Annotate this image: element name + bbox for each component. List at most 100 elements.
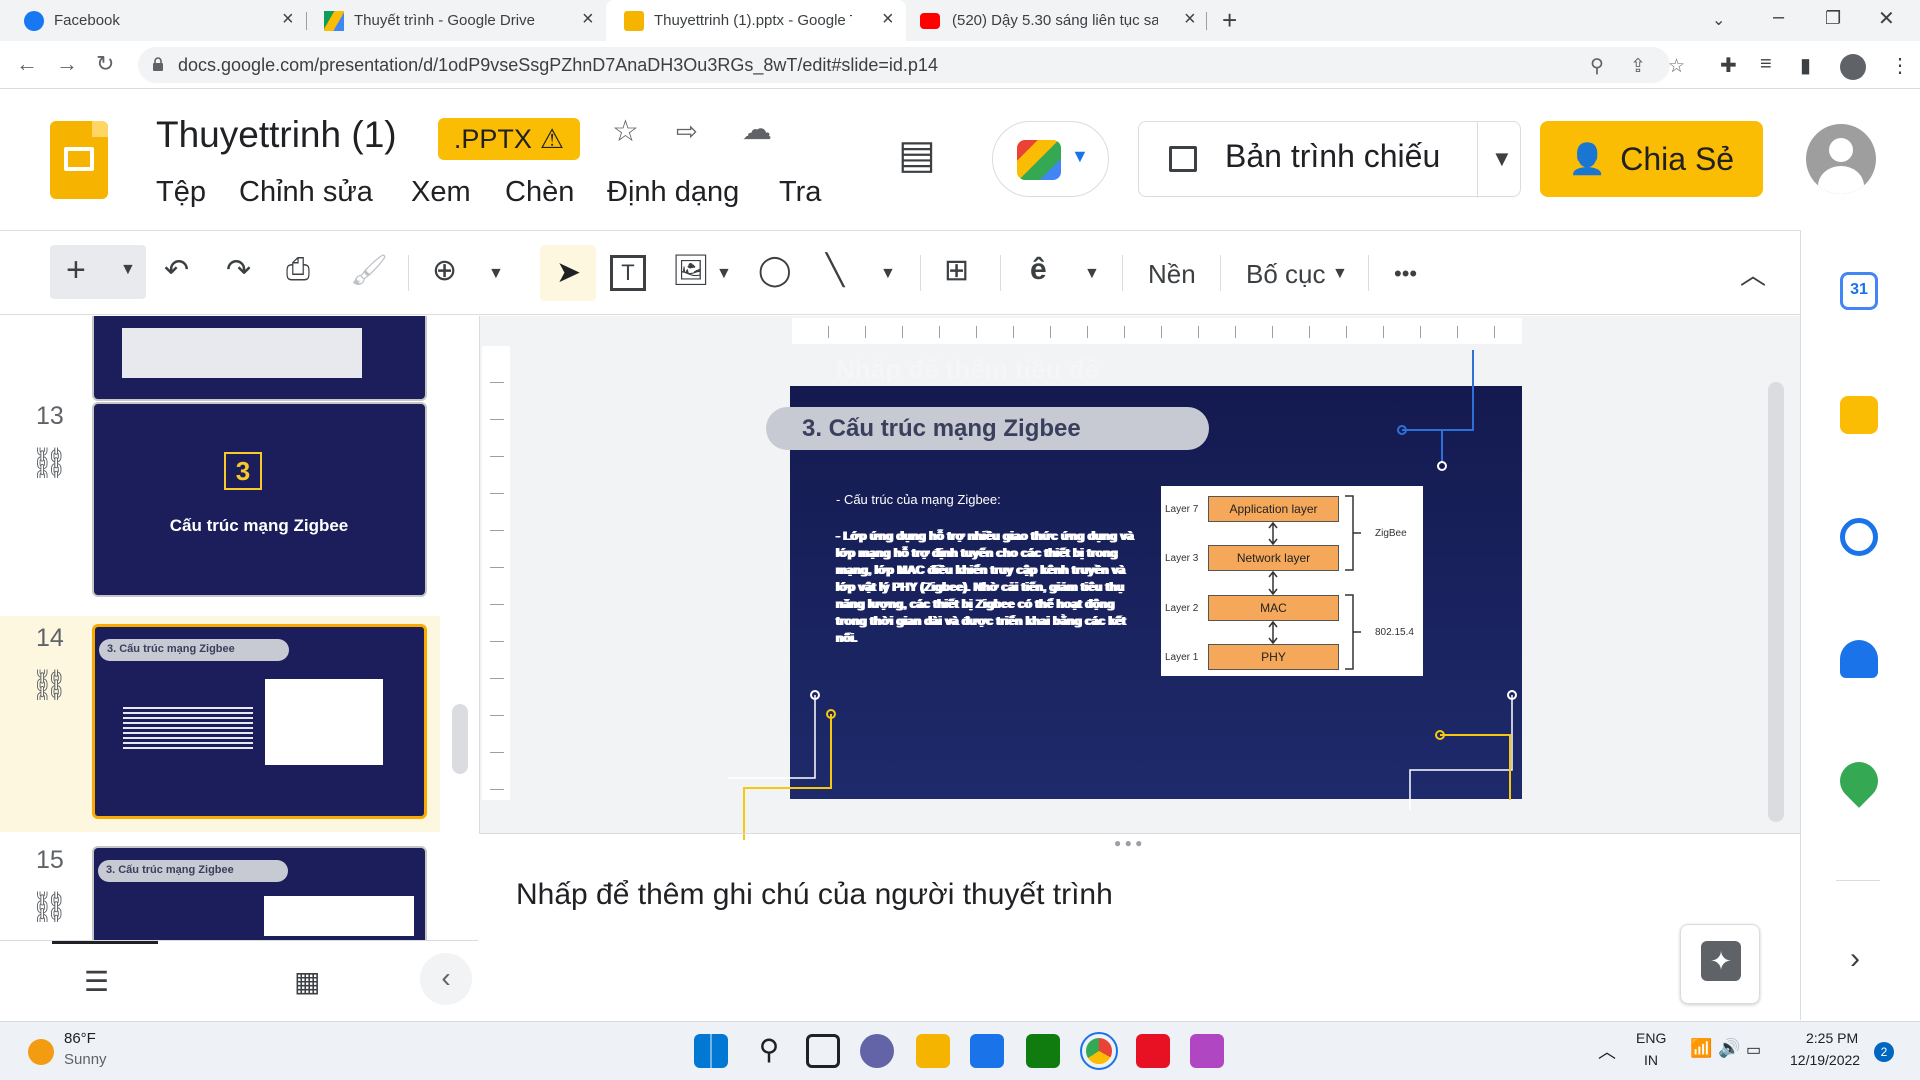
close-window-button[interactable]: ✕ xyxy=(1878,6,1895,31)
profile-icon[interactable] xyxy=(1840,54,1866,80)
chat-icon[interactable] xyxy=(860,1034,894,1068)
collapse-filmstrip-icon[interactable]: ‹ xyxy=(420,953,472,1005)
expand-side-panel-icon[interactable]: › xyxy=(1850,942,1860,976)
grid-view-icon[interactable]: ▦ xyxy=(294,965,320,998)
more-options-button[interactable]: ••• xyxy=(1394,261,1417,287)
pptx-badge[interactable]: .PPTX ⚠ xyxy=(438,118,580,160)
menu-file[interactable]: Tệp xyxy=(156,176,206,209)
tab-facebook[interactable]: Facebook × xyxy=(0,0,306,41)
resize-handle-icon[interactable]: ● ● ● xyxy=(1114,836,1142,850)
wifi-icon[interactable]: 📶 xyxy=(1690,1038,1712,1059)
slide-thumbnail-15[interactable]: 3. Cấu trúc mạng Zigbee xyxy=(92,846,427,940)
meet-button[interactable]: ▼ xyxy=(992,121,1109,197)
input-tools-icon[interactable]: ê xyxy=(1030,253,1047,287)
keep-icon[interactable] xyxy=(1840,396,1878,434)
chevron-down-icon[interactable]: ▼ xyxy=(120,261,136,279)
print-icon[interactable]: ⎙ xyxy=(286,253,310,287)
zoom-icon[interactable]: ⚲ xyxy=(1590,55,1604,78)
file-explorer-icon[interactable] xyxy=(916,1034,950,1068)
share-button[interactable]: 👤 Chia Sẻ xyxy=(1540,121,1763,197)
contacts-icon[interactable] xyxy=(1840,640,1878,678)
select-tool-button[interactable]: ➤ xyxy=(540,245,596,301)
chevron-down-icon[interactable]: ▼ xyxy=(716,265,732,283)
share-page-icon[interactable]: ⇪ xyxy=(1630,55,1646,78)
title-placeholder[interactable]: Nhấp để thêm tiêu đề xyxy=(836,354,1099,385)
filmstrip-scrollbar[interactable] xyxy=(452,704,468,774)
zoom-icon[interactable]: ⊕ xyxy=(432,253,457,288)
new-slide-button[interactable]: + ▼ xyxy=(50,245,146,299)
side-panel-icon[interactable]: ▮ xyxy=(1800,53,1811,78)
slide-thumbnail-12[interactable] xyxy=(92,316,427,401)
close-tab-icon[interactable]: × xyxy=(882,8,894,31)
volume-icon[interactable]: 🔊 xyxy=(1718,1038,1740,1059)
close-tab-icon[interactable]: × xyxy=(282,8,294,31)
add-comment-icon[interactable]: ⊞ xyxy=(944,253,969,288)
minimize-button[interactable]: – xyxy=(1773,6,1784,29)
paint-format-icon[interactable]: 🖌 xyxy=(350,253,388,288)
reload-icon[interactable]: ↻ xyxy=(96,51,114,77)
tab-search-icon[interactable]: ⌄ xyxy=(1712,10,1725,30)
search-icon[interactable]: ⚲ xyxy=(752,1034,786,1068)
slide-body-text[interactable]: - Lớp ứng dụng hỗ trợ nhiều giao thức ứn… xyxy=(836,528,1136,647)
extensions-icon[interactable]: ✚ xyxy=(1720,53,1737,78)
avatar[interactable] xyxy=(1806,124,1876,194)
battery-icon[interactable]: ▭ xyxy=(1746,1040,1761,1060)
shape-icon[interactable]: ◯ xyxy=(758,253,792,288)
cloud-status-icon[interactable]: ☁ xyxy=(742,112,772,147)
document-title[interactable]: Thuyettrinh (1) xyxy=(156,114,397,156)
line-icon[interactable]: ╲ xyxy=(826,253,844,288)
comments-icon[interactable]: ▤ xyxy=(898,132,936,178)
menu-format[interactable]: Định dạng xyxy=(607,176,739,209)
menu-edit[interactable]: Chỉnh sửa xyxy=(239,176,373,209)
tab-google-drive[interactable]: Thuyết trình - Google Drive × xyxy=(306,0,606,41)
layout-button[interactable]: Bố cục xyxy=(1246,259,1326,290)
speaker-notes[interactable]: Nhấp để thêm ghi chú của người thuyết tr… xyxy=(516,878,1113,912)
chevron-down-icon[interactable]: ▼ xyxy=(1332,265,1348,283)
explore-button[interactable]: ✦ xyxy=(1680,924,1760,1004)
slide-thumbnail-13[interactable]: 3 Cấu trúc mạng Zigbee xyxy=(92,402,427,597)
bookmark-star-icon[interactable]: ☆ xyxy=(1668,55,1685,78)
slideshow-button[interactable]: Bản trình chiếu ▼ xyxy=(1138,121,1521,198)
chrome-icon[interactable] xyxy=(1080,1032,1118,1070)
close-tab-icon[interactable]: × xyxy=(1184,8,1196,31)
forward-icon[interactable]: → xyxy=(56,51,78,77)
background-button[interactable]: Nền xyxy=(1148,259,1196,290)
tray-overflow-icon[interactable]: ︿ xyxy=(1598,1038,1616,1064)
omnibox[interactable]: docs.google.com/presentation/d/1odP9vseS… xyxy=(138,47,1685,83)
canvas-scrollbar[interactable] xyxy=(1768,382,1784,822)
redo-icon[interactable]: ↷ xyxy=(226,253,251,288)
tasks-icon[interactable] xyxy=(1840,518,1878,556)
chevron-down-icon[interactable]: ▼ xyxy=(488,265,504,283)
xbox-icon[interactable] xyxy=(1026,1034,1060,1068)
slide-title[interactable]: 3. Cấu trúc mạng Zigbee xyxy=(766,407,1209,450)
maximize-button[interactable]: ❐ xyxy=(1825,8,1841,29)
image-icon[interactable]: 🖼 xyxy=(672,253,710,288)
menu-tools[interactable]: Tra xyxy=(779,176,821,209)
star-icon[interactable]: ☆ xyxy=(612,114,639,149)
menu-view[interactable]: Xem xyxy=(411,176,471,209)
wps-icon[interactable] xyxy=(1136,1034,1170,1068)
calendar-icon[interactable]: 31 xyxy=(1840,272,1878,310)
filmstrip-view-icon[interactable]: ☰ xyxy=(84,965,109,998)
horizontal-ruler[interactable] xyxy=(792,318,1522,344)
text-box-icon[interactable]: T xyxy=(610,255,646,291)
mail-icon[interactable] xyxy=(970,1034,1004,1068)
zigbee-layer-diagram[interactable]: Layer 7 Application layer Layer 3 Networ… xyxy=(1161,486,1423,676)
slide-subtitle[interactable]: - Cấu trúc của mạng Zigbee: xyxy=(836,492,1001,507)
back-icon[interactable]: ← xyxy=(16,51,38,77)
collapse-toolbar-icon[interactable]: ︿ xyxy=(1740,255,1766,292)
new-tab-button[interactable]: + xyxy=(1222,5,1237,36)
close-tab-icon[interactable]: × xyxy=(582,8,594,31)
chevron-down-icon[interactable]: ▼ xyxy=(1084,265,1100,283)
slideshow-dropdown-icon[interactable]: ▼ xyxy=(1491,146,1513,172)
undo-icon[interactable]: ↶ xyxy=(164,253,189,288)
windows-start-icon[interactable] xyxy=(694,1034,728,1068)
task-view-icon[interactable] xyxy=(806,1034,840,1068)
tab-slides-active[interactable]: Thuyettrinh (1).pptx - Google Trang × xyxy=(606,0,906,41)
tab-youtube[interactable]: (520) Dậy 5.30 sáng liên tục sau 6 × xyxy=(906,0,1206,41)
browser-menu-icon[interactable]: ⋮ xyxy=(1890,53,1910,78)
notification-badge[interactable]: 2 xyxy=(1874,1042,1894,1062)
app-icon[interactable] xyxy=(1190,1034,1224,1068)
slide-thumbnail-14[interactable]: 3. Cấu trúc mạng Zigbee xyxy=(92,624,427,819)
move-folder-icon[interactable]: ⇨ xyxy=(676,116,698,147)
